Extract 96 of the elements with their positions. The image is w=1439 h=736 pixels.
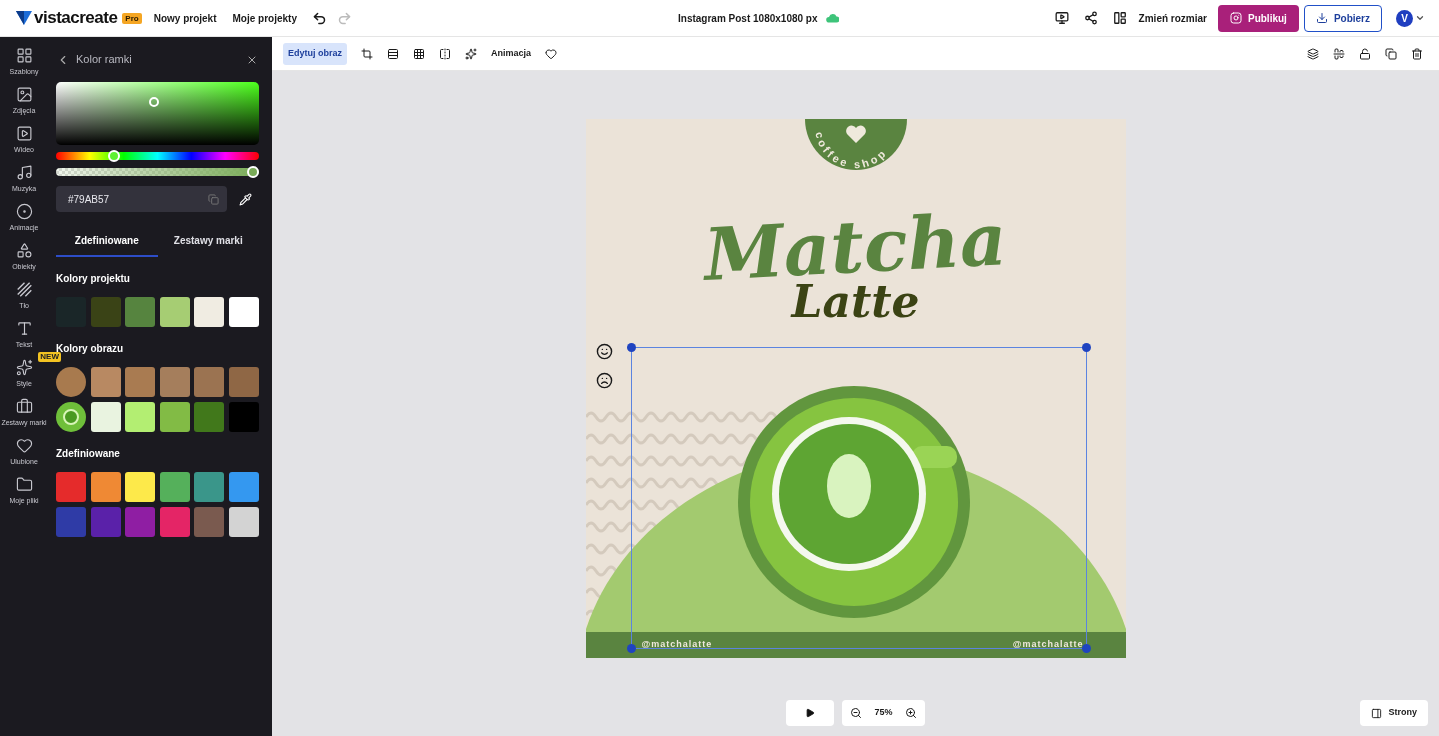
color-swatch[interactable] [228, 402, 259, 432]
color-swatch[interactable] [228, 507, 259, 537]
publish-button[interactable]: Publikuj [1217, 4, 1299, 32]
color-swatch[interactable] [159, 507, 190, 537]
hex-input[interactable]: #79AB57 [56, 186, 227, 212]
color-swatch[interactable] [194, 402, 225, 432]
poster-subtitle: Latte [791, 277, 920, 327]
color-swatch[interactable] [228, 367, 259, 397]
nav-link[interactable]: Nowy projekt [153, 10, 217, 26]
presentation-icon[interactable] [1054, 11, 1069, 25]
resize-button[interactable]: Zmień rozmiar [1138, 10, 1207, 26]
sparkle-icon[interactable] [465, 47, 477, 60]
video-icon[interactable] [15, 125, 33, 142]
edit-image-button[interactable]: Edytuj obraz [283, 42, 347, 65]
undo-icon[interactable] [311, 10, 327, 26]
panel-icon [1371, 707, 1383, 719]
heart-icon[interactable] [545, 47, 558, 60]
new-badge: NEW [38, 352, 61, 362]
color-swatch[interactable] [194, 507, 225, 537]
color-swatch[interactable] [90, 472, 121, 502]
cup-swatch[interactable] [56, 402, 86, 432]
section-title: Kolory obrazu [56, 342, 125, 354]
caret-icon[interactable] [1415, 13, 1425, 23]
nav-link[interactable]: Moje projekty [232, 10, 297, 26]
download-button[interactable]: Pobierz [1303, 4, 1382, 32]
color-swatch[interactable] [159, 367, 190, 397]
document-title: Instagram Post 1080x1080 px [678, 11, 818, 26]
logo-text: vistacreate [34, 7, 118, 30]
color-swatch[interactable] [90, 402, 121, 432]
dotted-circle-icon[interactable] [15, 203, 33, 220]
opacity-slider[interactable] [56, 166, 259, 178]
user-avatar[interactable]: V [1396, 9, 1413, 27]
share-icon[interactable] [1083, 11, 1098, 25]
delete-icon[interactable] [1411, 47, 1423, 60]
align-icon[interactable] [1333, 47, 1345, 60]
image-icon[interactable] [15, 86, 33, 103]
color-swatch[interactable] [56, 472, 86, 502]
color-swatch[interactable] [159, 297, 190, 327]
folder-icon[interactable] [15, 476, 33, 493]
crop-icon[interactable] [361, 47, 373, 60]
color-swatch[interactable] [228, 297, 259, 327]
color-swatch[interactable] [125, 472, 156, 502]
handle-text: @matchalatte [1012, 638, 1084, 652]
play-icon [805, 708, 816, 718]
opacity-thumb[interactable] [247, 166, 259, 178]
color-swatch[interactable] [228, 472, 259, 502]
frown-icon[interactable] [595, 372, 613, 389]
animation-button[interactable]: Animacja [491, 46, 532, 61]
color-swatch[interactable] [90, 507, 121, 537]
layout-icon[interactable] [1112, 11, 1127, 25]
panel-tab[interactable]: Zestawy marki [157, 225, 259, 257]
eyedropper-icon[interactable] [239, 192, 252, 206]
smile-icon[interactable] [595, 343, 613, 360]
color-swatch[interactable] [159, 472, 190, 502]
pages-button[interactable]: Strony [1360, 700, 1428, 726]
panel-tab[interactable]: Zdefiniowane [56, 225, 158, 257]
picker-thumb[interactable] [149, 97, 159, 107]
color-swatch[interactable] [194, 297, 225, 327]
color-swatch[interactable] [90, 297, 121, 327]
unlock-icon[interactable] [1359, 47, 1371, 60]
lines-icon[interactable] [387, 47, 399, 60]
cloud-saved-icon [825, 13, 839, 23]
instagram-icon [1229, 12, 1242, 24]
color-swatch[interactable] [125, 367, 156, 397]
color-swatch[interactable] [125, 402, 156, 432]
flip-icon[interactable] [439, 47, 451, 60]
text-icon[interactable] [15, 320, 33, 337]
download-icon [1315, 12, 1328, 24]
plan-badge: Pro [122, 12, 142, 24]
color-swatch[interactable] [159, 402, 190, 432]
play-button[interactable] [786, 700, 835, 726]
music-note-icon[interactable] [15, 164, 33, 181]
layers-icon[interactable] [1307, 47, 1319, 60]
zoom-level: 75% [874, 706, 893, 720]
saturation-picker[interactable] [56, 82, 259, 145]
briefcase-icon[interactable] [15, 398, 33, 415]
duplicate-icon[interactable] [1385, 47, 1397, 60]
shapes-icon[interactable] [15, 242, 33, 259]
hue-slider[interactable] [56, 150, 259, 162]
color-swatch[interactable] [125, 297, 156, 327]
zoom-out-icon[interactable] [850, 707, 863, 719]
color-swatch[interactable] [56, 507, 86, 537]
panel-title: Kolor ramki [76, 52, 133, 68]
color-swatch[interactable] [125, 507, 156, 537]
section-title: Zdefiniowane [56, 447, 121, 461]
color-swatch[interactable] [90, 367, 121, 397]
color-swatch[interactable] [194, 367, 225, 397]
handle-text: @matchalatte [641, 638, 713, 652]
heart-icon[interactable] [15, 437, 33, 454]
color-swatch[interactable] [194, 472, 225, 502]
section-title: Kolory projektu [56, 272, 131, 286]
stripes-icon[interactable] [15, 281, 33, 298]
texture-swatch[interactable] [56, 367, 86, 397]
zoom-in-icon[interactable] [904, 707, 917, 719]
templates-icon[interactable] [15, 47, 33, 64]
logo-mark-icon [16, 11, 32, 25]
